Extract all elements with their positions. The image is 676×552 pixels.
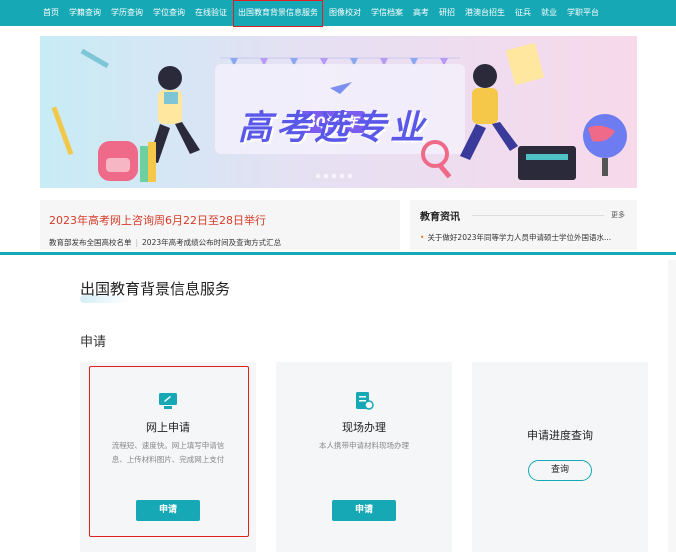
edu-news-item[interactable]: • 关于做好2023年同等学力人员申请硕士学位外国语水... xyxy=(420,232,611,243)
edu-news-item-text: 关于做好2023年同等学力人员申请硕士学位外国语水... xyxy=(427,233,612,242)
nav-item-conscription[interactable]: 征兵 xyxy=(515,0,531,26)
nav-item-career-platform[interactable]: 学职平台 xyxy=(567,0,599,26)
nav-item-degree-education[interactable]: 学历查询 xyxy=(111,0,143,26)
news-link[interactable]: 2023年高考成绩公布时间及查询方式汇总 xyxy=(142,238,281,247)
monitor-icon xyxy=(159,393,177,409)
nav-items: 首页 学籍查询 学历查询 学位查询 在线验证 出国教育背景信息服务 图像校对 学… xyxy=(43,0,609,27)
nav-item-hmt-admission[interactable]: 港澳台招生 xyxy=(465,0,505,26)
globe-icon xyxy=(583,114,627,176)
nav-item-abroad-service[interactable]: 出国教育背景信息服务 xyxy=(233,0,323,27)
carousel-dots xyxy=(316,174,352,178)
nav-item-archive[interactable]: 学信档案 xyxy=(371,0,403,26)
card-title: 申请进度查询 xyxy=(527,429,593,442)
carousel-dot[interactable] xyxy=(332,174,336,178)
card-description: 流程短、速度快。网上填写申请信 息、上传材料图片、完成网上支付 xyxy=(90,439,246,467)
onsite-apply-button[interactable]: 申请 xyxy=(332,500,396,521)
card-description-line: 息、上传材料图片、完成网上支付 xyxy=(111,455,225,464)
nav-item-graduate[interactable]: 研招 xyxy=(439,0,455,26)
section-label: 申请 xyxy=(80,335,107,350)
carousel-dot[interactable] xyxy=(348,174,352,178)
student-figure-right xyxy=(460,64,518,160)
banner-headline: 高考选专业 xyxy=(238,108,428,148)
nav-item-student-status[interactable]: 学籍查询 xyxy=(69,0,101,26)
query-button[interactable]: 查询 xyxy=(528,460,592,481)
section-divider xyxy=(0,252,676,255)
nav-item-gaokao[interactable]: 高考 xyxy=(413,0,429,26)
nav-item-image-check[interactable]: 图像校对 xyxy=(329,0,361,26)
top-nav: 首页 学籍查询 学历查询 学位查询 在线验证 出国教育背景信息服务 图像校对 学… xyxy=(0,0,676,27)
news-sub-links: 教育部发布全国高校名单 | 2023年高考成绩公布时间及查询方式汇总 xyxy=(49,237,281,248)
online-apply-button[interactable]: 申请 xyxy=(136,500,200,521)
backpack-icon xyxy=(98,141,156,182)
card-description: 本人携带申请材料现场办理 xyxy=(319,441,409,450)
card-description-line: 流程短、速度快。网上填写申请信 xyxy=(111,441,225,450)
card-title: 网上申请 xyxy=(146,421,190,434)
card-title: 现场办理 xyxy=(342,421,386,434)
divider xyxy=(472,215,604,216)
link-separator: | xyxy=(135,238,139,247)
bullet-icon: • xyxy=(420,233,425,242)
edu-news-title: 教育资讯 xyxy=(420,212,460,223)
page-title: 出国教育背景信息服务 xyxy=(80,280,231,298)
progress-query-card xyxy=(472,362,648,552)
more-link[interactable]: 更多 xyxy=(611,210,625,220)
carousel-dot[interactable] xyxy=(340,174,344,178)
document-icon xyxy=(356,392,374,410)
news-link[interactable]: 教育部发布全国高校名单 xyxy=(49,238,132,247)
carousel-dot[interactable] xyxy=(316,174,320,178)
scrollbar-track[interactable] xyxy=(668,260,676,552)
nav-item-employment[interactable]: 就业 xyxy=(541,0,557,26)
nav-item-home[interactable]: 首页 xyxy=(43,0,59,26)
banner[interactable]: 2023年 高考选专业 xyxy=(40,36,637,188)
nav-item-degree[interactable]: 学位查询 xyxy=(153,0,185,26)
carousel-dot[interactable] xyxy=(324,174,328,178)
nav-item-online-verify[interactable]: 在线验证 xyxy=(195,0,227,26)
briefcase-icon xyxy=(518,146,576,180)
news-headline[interactable]: 2023年高考网上咨询周6月22日至28日举行 xyxy=(49,212,266,228)
